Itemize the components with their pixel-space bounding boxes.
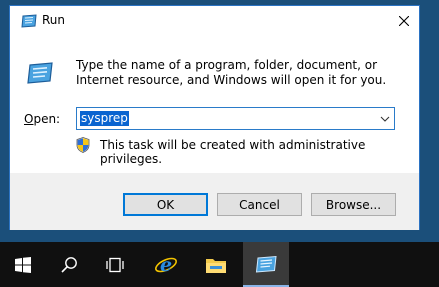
run-app-icon [21, 14, 37, 28]
window-title: Run [42, 13, 66, 27]
open-label-rest: pen: [33, 112, 61, 126]
button-bar: OK Cancel Browse... [10, 173, 419, 230]
close-icon [399, 16, 409, 26]
description-text: Type the name of a program, folder, docu… [76, 58, 387, 87]
windows-start-icon [15, 256, 31, 273]
file-explorer-button[interactable] [193, 242, 239, 287]
chevron-down-icon[interactable] [379, 113, 391, 125]
title-bar[interactable]: Run [10, 6, 419, 36]
search-icon [61, 256, 77, 273]
run-dialog: Run Type the name of a program, folder, … [9, 5, 420, 230]
internet-explorer-icon: e [155, 254, 177, 276]
close-button[interactable] [389, 6, 419, 36]
run-taskbar-button[interactable] [243, 242, 289, 287]
browse-button[interactable]: Browse... [311, 193, 396, 216]
open-input-value[interactable]: sysprep [80, 111, 129, 126]
uac-shield-icon [76, 137, 90, 153]
start-button[interactable] [0, 242, 46, 287]
cancel-button[interactable]: Cancel [217, 193, 302, 216]
open-label: Open: [24, 112, 60, 126]
file-explorer-icon [206, 258, 226, 273]
task-view-icon [106, 257, 124, 272]
search-button[interactable] [46, 242, 92, 287]
run-app-icon [27, 62, 53, 84]
ok-button[interactable]: OK [123, 193, 208, 216]
open-combobox[interactable]: sysprep [76, 107, 395, 130]
internet-explorer-button[interactable]: e [143, 242, 189, 287]
taskbar: e [0, 242, 439, 287]
svg-text:e: e [160, 254, 172, 276]
admin-privileges-notice: This task will be created with administr… [100, 138, 366, 166]
run-app-icon [255, 255, 277, 273]
task-view-button[interactable] [92, 242, 138, 287]
